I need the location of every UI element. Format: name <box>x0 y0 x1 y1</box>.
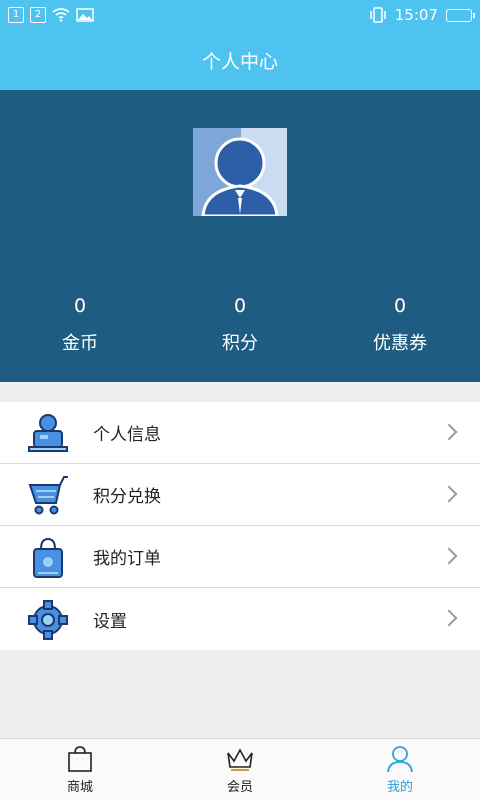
menu-item-label: 我的订单 <box>93 549 161 569</box>
crown-icon <box>227 747 253 771</box>
tab-mine[interactable]: 我的 <box>320 739 480 800</box>
stat-label: 金币 <box>62 333 98 354</box>
vibrate-icon <box>370 7 386 23</box>
menu-item-label: 个人信息 <box>93 425 161 445</box>
stat-value: 0 <box>393 295 407 317</box>
menu-item-label: 设置 <box>93 611 127 632</box>
gear-icon <box>28 600 68 640</box>
stat-value: 0 <box>73 295 87 317</box>
tab-label: 商城 <box>66 779 93 795</box>
stat-points[interactable]: 0 积分 <box>190 295 290 355</box>
stat-label: 优惠券 <box>373 333 427 354</box>
chevron-right-icon <box>440 609 458 627</box>
stat-coupons[interactable]: 0 优惠券 <box>350 295 450 355</box>
image-icon <box>76 8 94 22</box>
wifi-icon <box>52 8 70 22</box>
shopping-cart-icon <box>28 476 68 515</box>
avatar[interactable] <box>193 128 287 216</box>
battery-icon <box>446 8 475 22</box>
tab-label: 我的 <box>386 779 413 795</box>
default-user-icon <box>201 137 279 216</box>
stat-value: 0 <box>233 295 247 317</box>
menu-item-settings[interactable]: 设置 <box>0 588 480 650</box>
shopping-bag-icon <box>33 537 63 578</box>
tab-member[interactable]: 会员 <box>160 739 320 800</box>
chevron-right-icon <box>440 485 458 503</box>
stat-label: 积分 <box>222 333 258 354</box>
user-icon <box>387 745 413 772</box>
tab-label: 会员 <box>226 779 253 795</box>
tab-mall[interactable]: 商城 <box>0 739 160 800</box>
menu-item-label: 积分兑换 <box>93 487 161 507</box>
chevron-right-icon <box>440 423 458 441</box>
status-bar: 1 2 15:07 <box>0 0 480 30</box>
stat-coins[interactable]: 0 金币 <box>30 295 130 355</box>
menu-item-my-orders[interactable]: 我的订单 <box>0 526 480 588</box>
menu-item-personal-info[interactable]: 个人信息 <box>0 402 480 464</box>
page-title: 个人中心 <box>201 50 278 73</box>
clock: 15:07 <box>394 6 438 24</box>
menu-list: 个人信息 积分兑换 我的订单 设置 <box>0 402 480 650</box>
title-bar: 个人中心 <box>0 30 480 90</box>
sim2-icon: 2 <box>30 7 46 23</box>
sim1-icon: 1 <box>8 7 24 23</box>
menu-item-points-exchange[interactable]: 积分兑换 <box>0 464 480 526</box>
bottom-nav: 商城 会员 我的 <box>0 738 480 800</box>
chevron-right-icon <box>440 547 458 565</box>
person-at-desk-icon <box>28 414 68 452</box>
profile-header: 0 金币 0 积分 0 优惠券 <box>0 90 480 382</box>
bag-icon <box>68 745 92 772</box>
